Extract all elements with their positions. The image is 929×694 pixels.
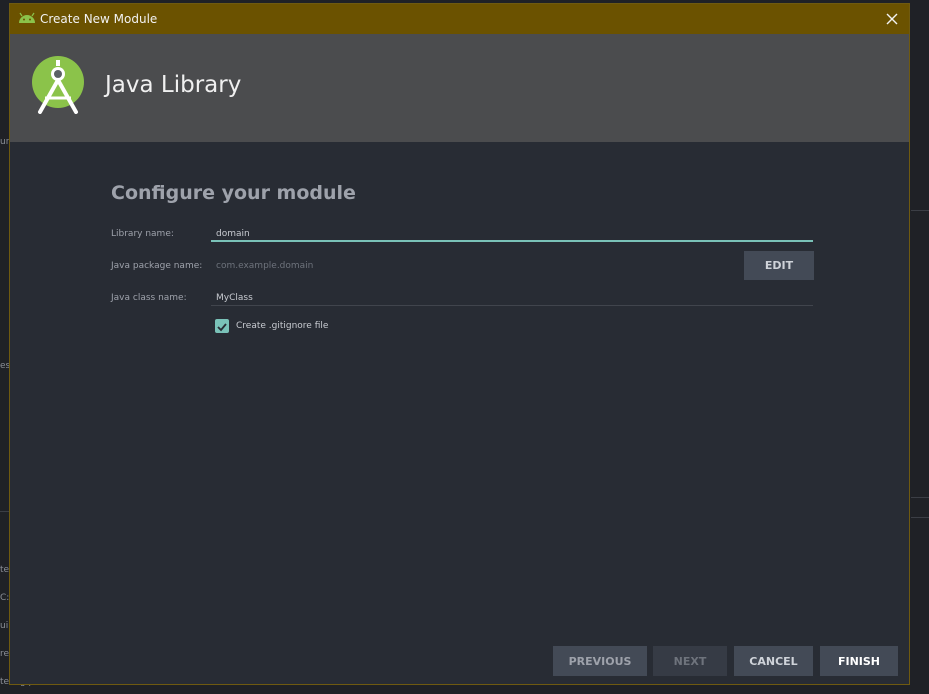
- background-text-fragment: te: [0, 565, 10, 575]
- close-icon[interactable]: [881, 8, 903, 30]
- package-name-label: Java package name:: [111, 261, 203, 271]
- class-name-input[interactable]: MyClass: [211, 290, 813, 306]
- android-studio-logo: [32, 56, 84, 114]
- next-button[interactable]: NEXT: [653, 646, 727, 676]
- background-text-fragment: re: [0, 649, 10, 659]
- edit-package-button[interactable]: EDIT: [744, 251, 814, 280]
- page-heading: Java Library: [105, 72, 242, 98]
- library-name-label: Library name:: [111, 229, 174, 239]
- android-icon: [19, 12, 35, 23]
- cancel-button[interactable]: CANCEL: [734, 646, 813, 676]
- dialog-header: Java Library: [10, 34, 909, 142]
- background-divider: [911, 497, 929, 498]
- package-name-field: com.example.domain: [216, 261, 314, 271]
- window-title: Create New Module: [40, 12, 158, 26]
- create-module-dialog: Create New Module Java Library Configure…: [9, 3, 910, 685]
- class-name-label: Java class name:: [111, 293, 187, 303]
- previous-button[interactable]: PREVIOUS: [553, 646, 647, 676]
- title-bar: Create New Module: [10, 4, 909, 34]
- section-title: Configure your module: [111, 182, 356, 204]
- finish-button[interactable]: FINISH: [820, 646, 898, 676]
- gitignore-label: Create .gitignore file: [236, 321, 329, 331]
- background-divider: [911, 210, 929, 211]
- checkmark-icon: [217, 323, 227, 332]
- gitignore-checkbox[interactable]: [215, 319, 229, 333]
- background-divider: [911, 517, 929, 518]
- library-name-input[interactable]: domain: [211, 226, 813, 242]
